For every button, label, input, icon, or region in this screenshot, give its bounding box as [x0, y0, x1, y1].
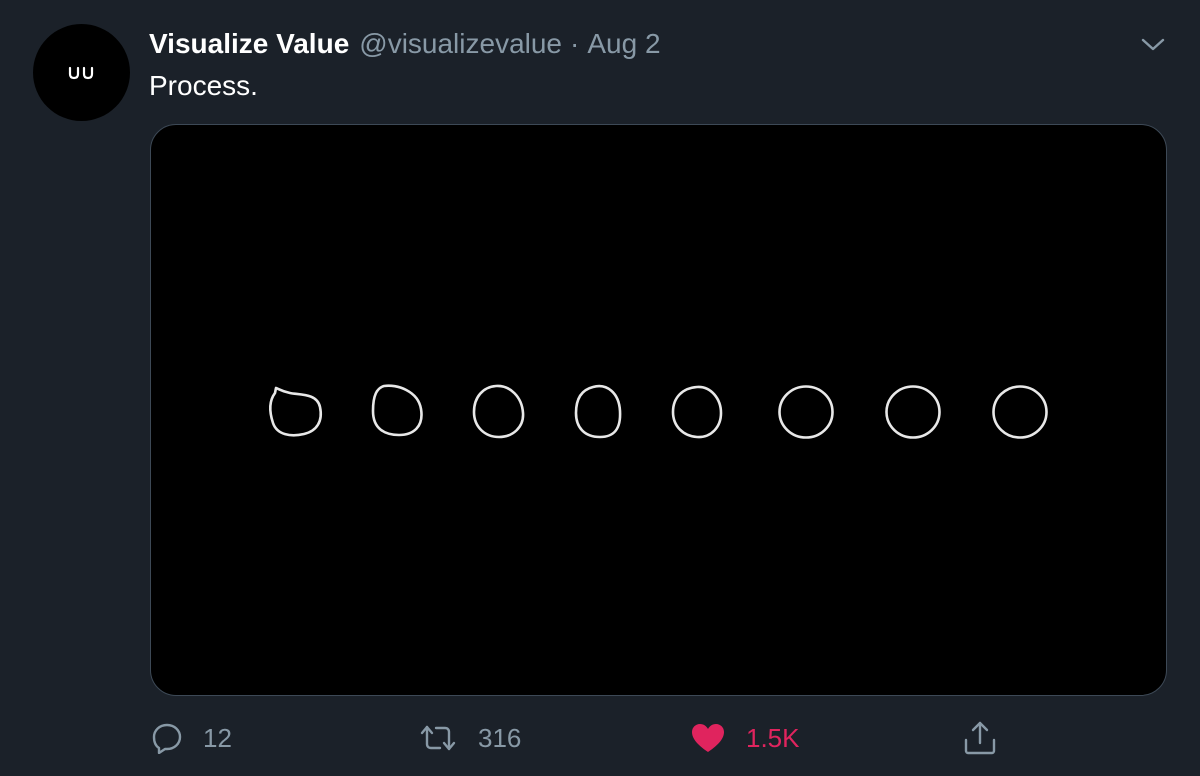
share-icon [964, 721, 996, 755]
avatar[interactable] [33, 24, 130, 121]
reply-icon [152, 723, 182, 754]
like-button[interactable]: 1.5K [690, 712, 800, 764]
tweet-media-image[interactable] [150, 124, 1167, 696]
tweet-menu-button[interactable] [1138, 32, 1168, 56]
share-button[interactable] [962, 712, 998, 764]
reply-button[interactable]: 12 [151, 712, 232, 764]
retweet-count: 316 [478, 722, 522, 753]
tweet-header: Visualize Value @visualizevalue · Aug 2 [149, 26, 661, 62]
author-handle[interactable]: @visualizevalue [359, 26, 562, 62]
author-display-name[interactable]: Visualize Value [149, 26, 349, 62]
tweet[interactable]: Visualize Value @visualizevalue · Aug 2 … [0, 0, 1200, 776]
circle-7 [885, 385, 941, 439]
circle-8 [992, 385, 1048, 439]
retweet-button[interactable]: 316 [418, 712, 521, 764]
tweet-date[interactable]: Aug 2 [587, 26, 660, 62]
retweet-icon [420, 725, 456, 751]
tweet-text: Process. [149, 70, 258, 101]
circle-1 [268, 386, 323, 437]
circle-4 [574, 384, 622, 439]
visualize-value-logo-icon [68, 66, 93, 79]
heart-icon [692, 724, 724, 752]
header-separator: · [570, 28, 580, 59]
like-count: 1.5K [746, 722, 800, 753]
circle-6 [778, 385, 834, 439]
circle-2 [371, 384, 423, 437]
chevron-down-icon [1141, 38, 1165, 51]
hand-drawn-circles-image [268, 384, 1048, 439]
circle-3 [472, 384, 525, 439]
circle-5 [671, 385, 723, 439]
reply-count: 12 [203, 722, 232, 753]
tweet-actions: 12 316 1.5K [0, 712, 1200, 764]
